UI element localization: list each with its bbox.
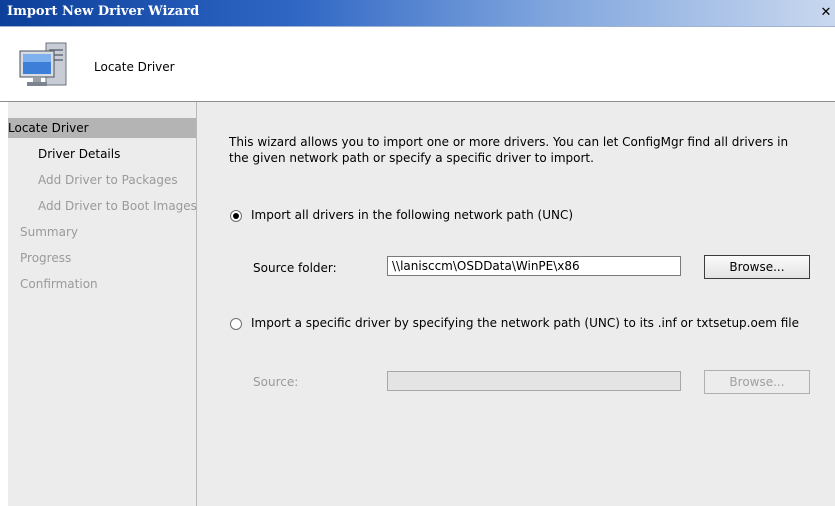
source-folder-label: Source folder: [253, 261, 337, 275]
step-confirmation: Confirmation [20, 277, 98, 291]
source-label: Source: [253, 375, 299, 389]
browse-file-button[interactable]: Browse... [704, 370, 810, 394]
computer-icon [19, 42, 67, 86]
page-title: Locate Driver [94, 60, 175, 74]
step-progress: Progress [20, 251, 72, 265]
source-input[interactable] [387, 371, 681, 391]
step-locate-driver: Locate Driver [8, 118, 196, 138]
import-specific-label[interactable]: Import a specific driver by specifying t… [251, 316, 799, 330]
step-summary: Summary [20, 225, 78, 239]
import-all-radio[interactable] [230, 210, 242, 222]
source-folder-input[interactable] [387, 256, 681, 276]
wizard-description: This wizard allows you to import one or … [229, 135, 789, 165]
close-icon[interactable]: ✕ [819, 6, 833, 20]
title-bar: Import New Driver Wizard ✕ [0, 0, 835, 27]
step-add-driver-to-packages: Add Driver to Packages [38, 173, 178, 187]
browse-folder-button[interactable]: Browse... [704, 255, 810, 279]
step-add-driver-to-boot-images: Add Driver to Boot Images [38, 199, 197, 213]
wizard-steps-sidebar: Locate Driver Driver Details Add Driver … [8, 102, 197, 506]
wizard-content: This wizard allows you to import one or … [197, 102, 835, 506]
window-title: Import New Driver Wizard [7, 4, 200, 19]
import-all-label[interactable]: Import all drivers in the following netw… [251, 208, 573, 222]
wizard-header: Locate Driver [0, 27, 835, 102]
step-driver-details: Driver Details [38, 147, 121, 161]
import-specific-radio[interactable] [230, 318, 242, 330]
